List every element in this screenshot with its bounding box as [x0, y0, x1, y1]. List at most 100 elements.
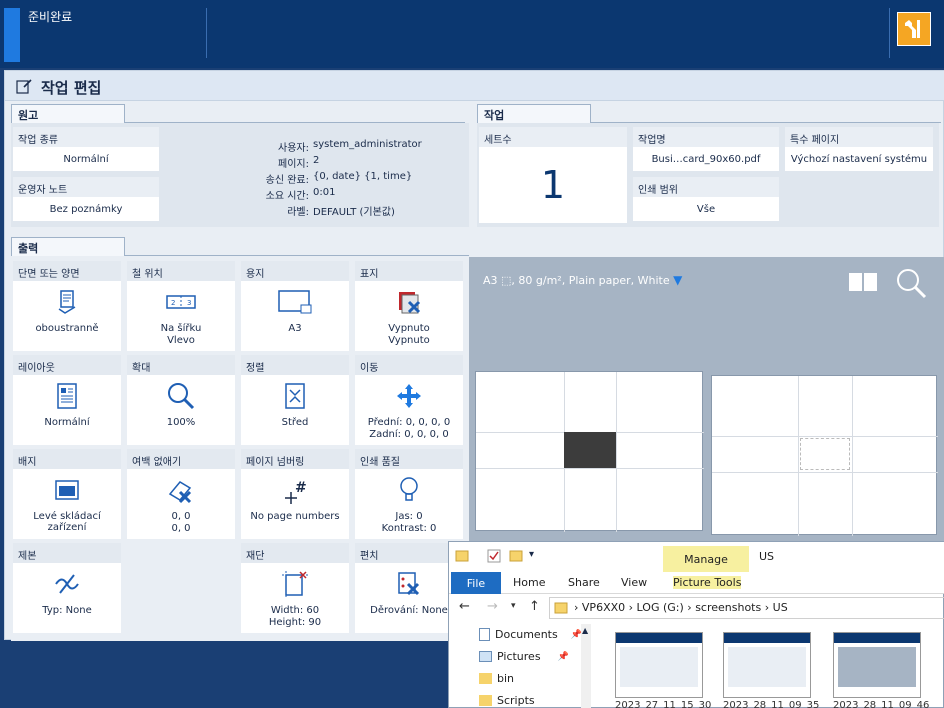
divider	[889, 8, 890, 58]
print-quality-tile[interactable]: Jas: 0 Kontrast: 0	[355, 469, 463, 539]
view-tab[interactable]: View	[621, 576, 647, 589]
binding-tile[interactable]: Typ: None	[13, 563, 121, 633]
business-card-front	[564, 432, 616, 468]
chevron-down-icon[interactable]: ▼	[673, 273, 682, 287]
pin-icon: 📌	[557, 651, 569, 662]
tile-header: 재단	[241, 543, 349, 563]
zoom-icon[interactable]	[895, 267, 927, 299]
info-user: 사용자: system_administrator	[278, 139, 422, 154]
file-grid: 2023_27_11_15_30 2023_28_11_09_35 2023_2…	[609, 628, 944, 708]
breadcrumb-item[interactable]: VP6XX0	[582, 601, 625, 614]
info-label: 라벨: DEFAULT (기본값)	[287, 207, 395, 218]
share-tab[interactable]: Share	[568, 576, 600, 589]
scroll-up-icon[interactable]: ▲	[582, 626, 588, 635]
nav-item-scripts[interactable]: Scripts	[479, 694, 535, 707]
window-title: US	[759, 550, 775, 563]
punch-off-icon	[398, 572, 420, 596]
binding-position-tile[interactable]: 23 Na šířku Vlevo	[127, 281, 235, 351]
up-arrow-icon[interactable]: ↑	[529, 599, 540, 614]
edge-erase-tile[interactable]: 0, 0 0, 0	[127, 469, 235, 539]
explorer-ribbon: File Home Share View Picture Tools	[449, 572, 944, 594]
recent-dropdown-icon[interactable]: ▾	[511, 601, 516, 611]
preview-page-back[interactable]	[711, 375, 938, 536]
breadcrumb: › VP6XX0 › LOG (G:) › screenshots › US	[574, 601, 788, 614]
file-name[interactable]: 2023_28_11_09_46	[833, 700, 929, 708]
pictures-icon	[479, 651, 492, 662]
quick-access-dropdown-icon[interactable]: ▾	[529, 549, 534, 560]
breadcrumb-item[interactable]: US	[773, 601, 788, 614]
special-pages-field[interactable]: Výchozí nastavení systému	[785, 147, 933, 171]
file-thumbnail[interactable]	[723, 632, 811, 698]
paper-info[interactable]: A3 ⬚, 80 g/m², Plain paper, White ▼	[483, 273, 682, 287]
address-bar[interactable]: › VP6XX0 › LOG (G:) › screenshots › US	[549, 597, 944, 619]
tile-header: 편치	[355, 543, 463, 563]
tab-job[interactable]: 작업	[477, 104, 591, 123]
tools-button[interactable]	[897, 12, 931, 46]
move-arrows-icon	[397, 384, 421, 408]
divider	[125, 255, 469, 256]
folder-icon	[554, 602, 568, 614]
tile-header: 제본	[13, 543, 121, 563]
nav-item-pictures[interactable]: Pictures 📌	[479, 650, 569, 663]
tab-original[interactable]: 원고	[11, 104, 125, 123]
properties-icon[interactable]	[487, 549, 501, 563]
shift-tile[interactable]: Přední: 0, 0, 0, 0 Zadní: 0, 0, 0, 0	[355, 375, 463, 445]
nav-scrollbar[interactable]: ▲	[581, 624, 591, 708]
output-location-tile[interactable]: Levé skládací zařízení	[13, 469, 121, 539]
tile-header: 표지	[355, 261, 463, 281]
info-pages: 페이지: 2	[278, 155, 320, 170]
picture-tools-tab[interactable]: Picture Tools	[673, 576, 742, 589]
cover-tile[interactable]: Vypnuto Vypnuto	[355, 281, 463, 351]
job-name-field[interactable]: Busi…card_90x60.pdf	[633, 147, 779, 171]
book-view-icon[interactable]	[847, 271, 879, 293]
tile-header: 이동	[355, 355, 463, 375]
info-duration: 소요 시간: 0:01	[265, 187, 336, 202]
duplex-icon	[58, 290, 76, 314]
tray-icon	[55, 480, 79, 500]
print-range-field[interactable]: Vše	[633, 197, 779, 221]
top-bar: 준비완료	[0, 0, 944, 68]
binding-icon: 23	[166, 295, 196, 309]
tile-header: 확대	[127, 355, 235, 375]
punch-tile[interactable]: Děrování: None	[355, 563, 463, 633]
alignment-tile[interactable]: Střed	[241, 375, 349, 445]
trim-tile[interactable]: Width: 60 Height: 90	[241, 563, 349, 633]
navigation-pane: Documents 📌 Pictures 📌 bin Scripts ▲	[449, 624, 599, 708]
cover-off-icon	[399, 292, 421, 314]
file-thumbnail[interactable]	[833, 632, 921, 698]
tile-header: 인쇄 품질	[355, 449, 463, 469]
duplex-tile[interactable]: oboustranně	[13, 281, 121, 351]
zoom-tile[interactable]: 100%	[127, 375, 235, 445]
tile-header: 정렬	[241, 355, 349, 375]
layout-tile[interactable]: Normální	[13, 375, 121, 445]
file-name[interactable]: 2023_28_11_09_35	[723, 700, 819, 708]
nav-item-documents[interactable]: Documents 📌	[479, 628, 582, 641]
manage-tab[interactable]: Manage	[663, 546, 749, 572]
home-tab[interactable]: Home	[513, 576, 545, 589]
breadcrumb-item[interactable]: LOG (G:)	[637, 601, 684, 614]
forward-arrow-icon[interactable]: →	[487, 599, 498, 614]
magnifier-icon	[168, 383, 195, 410]
tile-header: 페이지 넘버링	[241, 449, 349, 469]
nav-item-bin[interactable]: bin	[479, 672, 514, 685]
status-text: 준비완료	[28, 10, 73, 24]
page-numbering-tile[interactable]: # No page numbers	[241, 469, 349, 539]
tile-header: 레이아웃	[13, 355, 121, 375]
preview-page-front[interactable]	[475, 371, 704, 532]
back-arrow-icon[interactable]: ←	[459, 599, 470, 614]
job-section: 세트수 1 작업명 Busi…card_90x60.pdf 인쇄 범위 Vše …	[477, 123, 939, 227]
file-thumbnail[interactable]	[615, 632, 703, 698]
paper-tile[interactable]: A3	[241, 281, 349, 351]
file-tab[interactable]: File	[451, 572, 501, 594]
file-name[interactable]: 2023_27_11_15_30	[615, 700, 711, 708]
breadcrumb-item[interactable]: screenshots	[695, 601, 761, 614]
address-row: ← → ▾ ↑ › VP6XX0 › LOG (G:) › screenshot…	[449, 595, 944, 621]
lightbulb-icon	[400, 477, 418, 501]
new-folder-icon[interactable]	[509, 549, 523, 563]
folder-icon	[479, 695, 492, 706]
output-section: 단면 또는 양면 oboustranně 철 위치 23 Na šířku Vle…	[11, 257, 469, 641]
copies-field[interactable]: 1	[479, 147, 627, 223]
tab-output[interactable]: 출력	[11, 237, 125, 256]
layout-icon	[57, 383, 77, 409]
center-align-icon	[285, 383, 305, 409]
